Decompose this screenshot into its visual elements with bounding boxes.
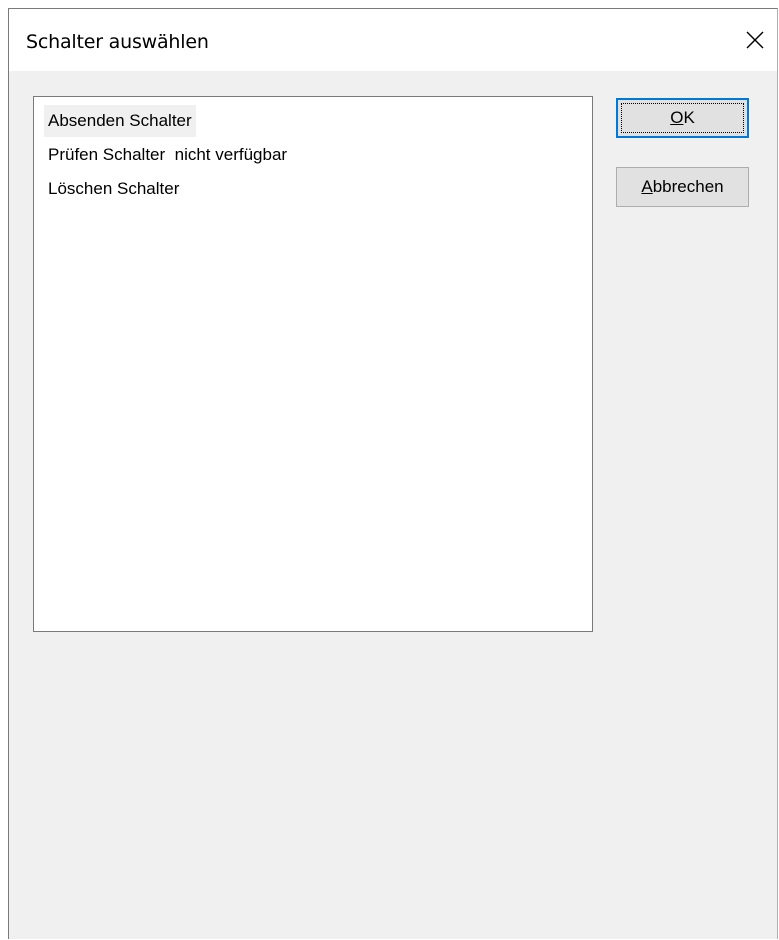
list-item-pruefen[interactable]: Prüfen Schalter nicht verfügbar <box>44 139 291 171</box>
ok-button-label: OK <box>670 108 695 128</box>
cancel-button[interactable]: Abbrechen <box>616 167 749 207</box>
close-icon <box>746 31 764 49</box>
dialog-window: Schalter auswählen Absenden Schalter Prü… <box>8 8 778 939</box>
list-item-absenden[interactable]: Absenden Schalter <box>44 105 196 137</box>
list-item-loeschen[interactable]: Löschen Schalter <box>44 173 183 205</box>
title-bar: Schalter auswählen <box>9 9 777 71</box>
ok-label-rest: K <box>683 108 695 127</box>
ok-button[interactable]: OK <box>616 98 749 138</box>
cancel-label-rest: bbrechen <box>652 177 724 196</box>
ok-mnemonic: O <box>670 108 684 127</box>
close-button[interactable] <box>735 23 775 57</box>
cancel-button-label: Abbrechen <box>641 177 723 197</box>
dialog-title: Schalter auswählen <box>26 31 209 53</box>
button-listbox[interactable]: Absenden Schalter Prüfen Schalter nicht … <box>33 96 593 632</box>
cancel-mnemonic: A <box>641 177 653 196</box>
